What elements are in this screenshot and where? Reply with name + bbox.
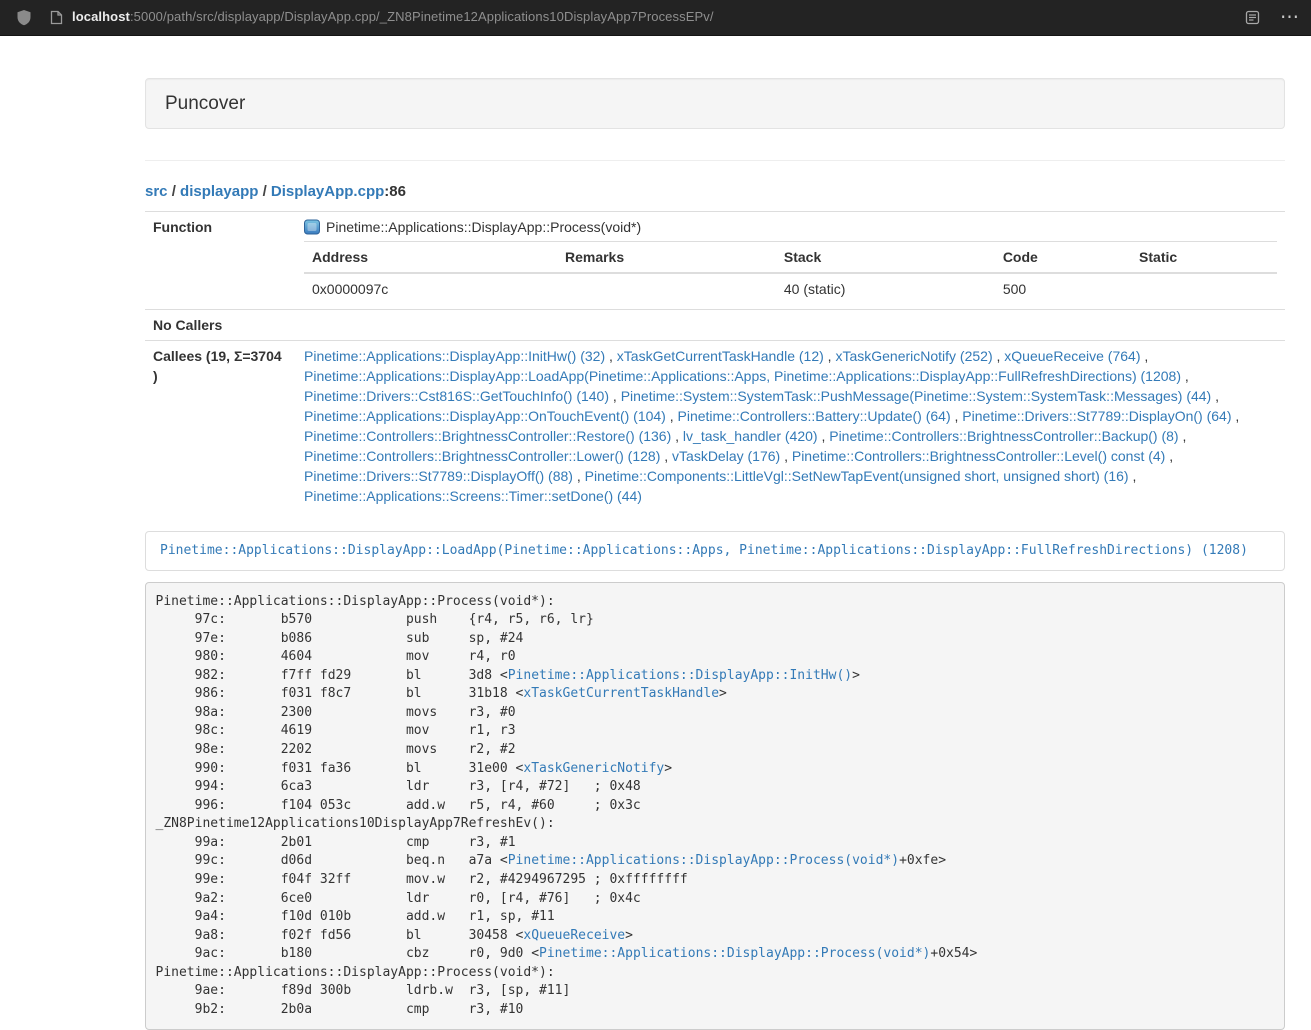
shield-icon-svg [16, 9, 32, 26]
function-table: Function Pinetime::Applications::Display… [145, 211, 1285, 511]
page-content: Puncover src / displayapp / DisplayApp.c… [145, 78, 1285, 1030]
function-row: Function Pinetime::Applications::Display… [145, 212, 1285, 310]
callee-link[interactable]: lv_task_handler (420) [683, 428, 818, 444]
breadcrumb: src / displayapp / DisplayApp.cpp:86 [145, 182, 1285, 202]
app-header-panel: Puncover [145, 78, 1285, 129]
breadcrumb-link[interactable]: DisplayApp.cpp [271, 183, 384, 200]
asm-symbol-link[interactable]: xTaskGetCurrentTaskHandle [523, 686, 719, 701]
disassembly: Pinetime::Applications::DisplayApp::Proc… [145, 582, 1285, 1030]
column-header-stack: Stack [776, 242, 995, 274]
column-header-address: Address [304, 242, 557, 274]
callee-link[interactable]: Pinetime::Components::LittleVgl::SetNewT… [585, 468, 1129, 484]
url-text: localhost:5000/path/src/displayapp/Displ… [72, 8, 714, 27]
callee-link[interactable]: xTaskGetCurrentTaskHandle (12) [617, 348, 824, 364]
no-callers-label: No Callers [145, 310, 296, 341]
code-value: 500 [995, 273, 1131, 304]
url-host: localhost [72, 9, 130, 24]
breadcrumb-separator: / [168, 183, 181, 200]
static-value [1131, 273, 1277, 304]
stats-header-row: Address Remarks Stack Code Static [304, 242, 1277, 274]
column-header-static: Static [1131, 242, 1277, 274]
remarks-value [557, 273, 776, 304]
symbol-panel: Pinetime::Applications::DisplayApp::Load… [145, 531, 1285, 571]
asm-symbol-link[interactable]: xQueueReceive [523, 928, 625, 943]
callees-label: Callees (19, Σ=3704 ) [145, 341, 296, 512]
callee-link[interactable]: Pinetime::Applications::Screens::Timer::… [304, 488, 642, 504]
address-value: 0x0000097c [304, 273, 557, 304]
asm-symbol-link[interactable]: xTaskGenericNotify [523, 761, 664, 776]
url-bar[interactable]: localhost:5000/path/src/displayapp/Displ… [50, 8, 1231, 27]
asm-symbol-link[interactable]: Pinetime::Applications::DisplayApp::Init… [508, 668, 852, 683]
callee-link[interactable]: Pinetime::Drivers::St7789::DisplayOn() (… [962, 408, 1231, 424]
symbol-panel-link[interactable]: Pinetime::Applications::DisplayApp::Load… [160, 543, 1248, 558]
stack-value: 40 (static) [776, 273, 995, 304]
callee-link[interactable]: Pinetime::Applications::DisplayApp::OnTo… [304, 408, 666, 424]
function-icon [304, 219, 320, 235]
callee-link[interactable]: Pinetime::Controllers::BrightnessControl… [829, 428, 1178, 444]
callee-link[interactable]: vTaskDelay (176) [672, 448, 780, 464]
page-icon [50, 10, 63, 25]
callee-link[interactable]: xQueueReceive (764) [1004, 348, 1140, 364]
breadcrumb-line-number: :86 [384, 183, 406, 200]
chrome-actions: ⋯ [1245, 8, 1299, 27]
url-path: :5000/path/src/displayapp/DisplayApp.cpp… [130, 9, 714, 24]
callee-link[interactable]: Pinetime::Applications::DisplayApp::Load… [304, 368, 1181, 384]
column-header-remarks: Remarks [557, 242, 776, 274]
callee-link[interactable]: Pinetime::Controllers::BrightnessControl… [792, 448, 1165, 464]
callee-link[interactable]: Pinetime::Drivers::Cst816S::GetTouchInfo… [304, 388, 609, 404]
function-name: Pinetime::Applications::DisplayApp::Proc… [326, 217, 641, 237]
callee-link[interactable]: Pinetime::Controllers::BrightnessControl… [304, 428, 671, 444]
function-name-line: Pinetime::Applications::DisplayApp::Proc… [304, 217, 1277, 237]
divider [145, 160, 1285, 161]
callee-link[interactable]: xTaskGenericNotify (252) [835, 348, 992, 364]
browser-chrome: localhost:5000/path/src/displayapp/Displ… [0, 0, 1311, 36]
callees-list: Pinetime::Applications::DisplayApp::Init… [296, 341, 1285, 512]
page-title: Puncover [165, 94, 1265, 113]
reader-view-icon[interactable] [1245, 10, 1260, 25]
callee-link[interactable]: Pinetime::System::SystemTask::PushMessag… [621, 388, 1212, 404]
function-row-label: Function [145, 212, 296, 310]
breadcrumb-link[interactable]: src [145, 183, 168, 200]
callee-link[interactable]: Pinetime::Controllers::Battery::Update()… [678, 408, 951, 424]
breadcrumb-link[interactable]: displayapp [180, 183, 258, 200]
asm-symbol-link[interactable]: Pinetime::Applications::DisplayApp::Proc… [508, 853, 899, 868]
shield-icon[interactable] [16, 9, 32, 26]
no-callers-row: No Callers [145, 310, 1285, 341]
callee-link[interactable]: Pinetime::Applications::DisplayApp::Init… [304, 348, 605, 364]
overflow-menu-icon[interactable]: ⋯ [1280, 8, 1299, 27]
callee-link[interactable]: Pinetime::Controllers::BrightnessControl… [304, 448, 660, 464]
function-stats-table: Address Remarks Stack Code Static 0x0000… [304, 241, 1277, 304]
callee-link[interactable]: Pinetime::Drivers::St7789::DisplayOff() … [304, 468, 573, 484]
stats-value-row: 0x0000097c 40 (static) 500 [304, 273, 1277, 304]
column-header-code: Code [995, 242, 1131, 274]
asm-symbol-link[interactable]: Pinetime::Applications::DisplayApp::Proc… [539, 946, 930, 961]
callees-row: Callees (19, Σ=3704 ) Pinetime::Applicat… [145, 341, 1285, 512]
breadcrumb-separator: / [258, 183, 271, 200]
